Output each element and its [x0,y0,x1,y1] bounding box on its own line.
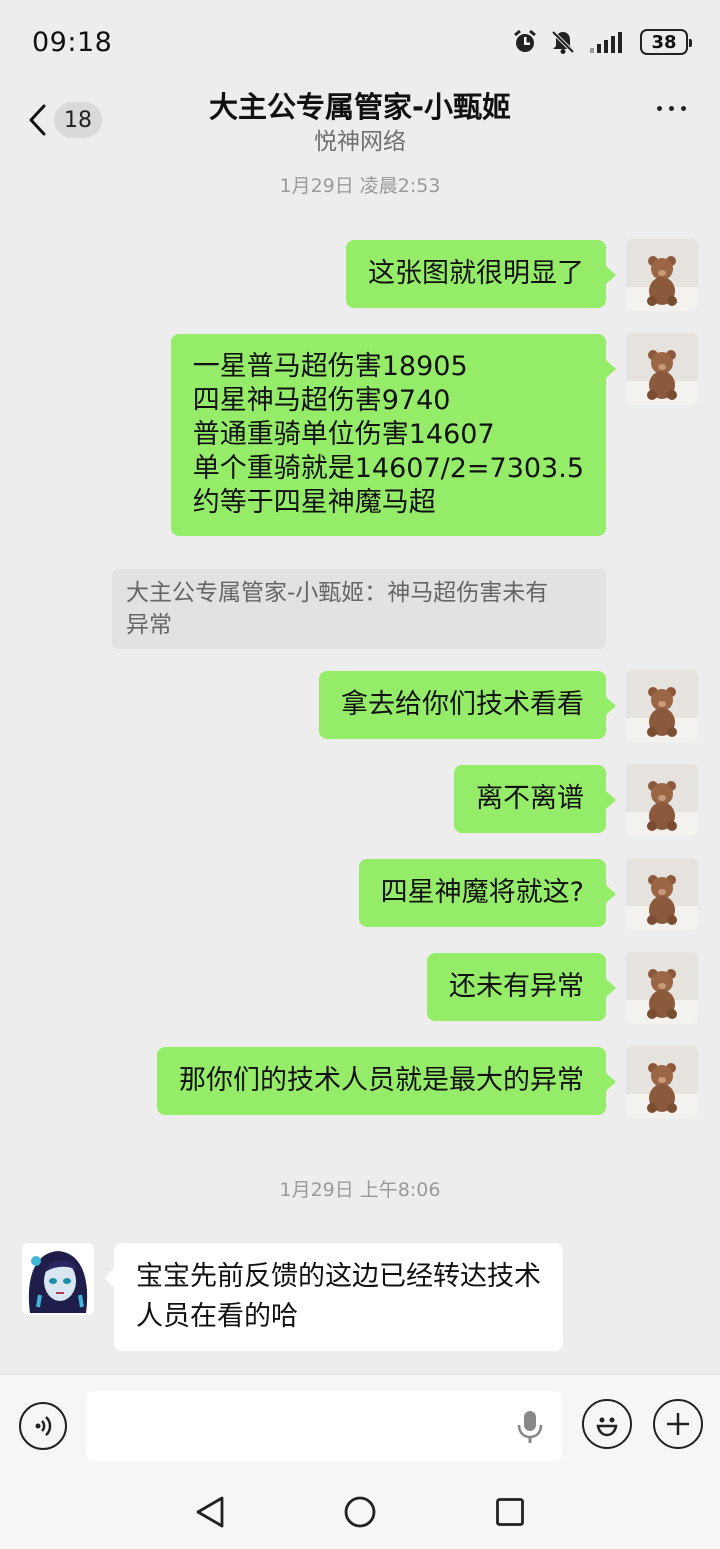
quote-text: 大主公专属管家-小甄姬：神马超伤害未有 [126,580,549,606]
message-bubble-sent[interactable]: 这张图就很明显了 [346,240,616,308]
system-nav-bar [0,1474,720,1549]
nav-home-button[interactable] [340,1492,380,1532]
message-bubble-sent[interactable]: 那你们的技术人员就是最大的异常 [157,1047,616,1115]
mute-icon [550,29,576,55]
teddy-bear-avatar-icon [626,858,698,930]
teddy-bear-avatar-icon [626,1046,698,1118]
message-text: 宝宝先前反馈的这边已经转达技术 [136,1261,541,1292]
quote-text: 异常 [126,612,172,638]
chat-input-bar [0,1374,720,1474]
status-icons: 38 [512,29,692,55]
signal-icon [588,29,628,55]
teddy-bear-avatar-icon [626,670,698,742]
avatar[interactable] [626,858,698,930]
avatar[interactable] [626,239,698,311]
back-triangle-icon [196,1496,224,1528]
message-text: 人员在看的哈 [136,1301,298,1332]
message-input[interactable] [86,1391,562,1461]
message-text: 拿去给你们技术看看 [341,689,584,720]
timestamp: 1月29日 凌晨2:53 [279,175,441,197]
teddy-bear-avatar-icon [626,764,698,836]
chat-header: 18 大主公专属管家-小甄姬 悦神网络 [0,84,720,164]
status-bar: 09:18 38 [0,0,720,84]
recents-square-icon [496,1498,524,1526]
message-text: 单个重骑就是14607/2=7303.5 [192,453,584,484]
message-bubble-sent[interactable]: 拿去给你们技术看看 [319,671,616,739]
timestamp: 1月29日 上午8:06 [279,1179,441,1201]
message-text: 约等于四星神魔马超 [192,487,436,518]
avatar[interactable] [626,670,698,742]
teddy-bear-avatar-icon [626,239,698,311]
quoted-message[interactable]: 大主公专属管家-小甄姬：神马超伤害未有 异常 [112,569,606,649]
battery-indicator: 38 [640,29,692,55]
message-text: 这张图就很明显了 [368,258,584,289]
teddy-bear-avatar-icon [626,952,698,1024]
voice-icon [35,1416,52,1436]
message-text: 那你们的技术人员就是最大的异常 [179,1065,584,1096]
more-actions-button[interactable] [653,1399,703,1449]
emoji-button[interactable] [582,1399,632,1449]
message-text: 四星神马超伤害9740 [192,385,451,416]
message-bubble-received[interactable]: 宝宝先前反馈的这边已经转达技术 人员在看的哈 [104,1243,563,1351]
anime-girl-avatar-icon [22,1243,94,1315]
message-text: 四星神魔将就这? [380,877,584,908]
message-text: 还未有异常 [449,971,584,1002]
avatar[interactable] [626,952,698,1024]
more-icon[interactable] [657,106,686,111]
message-text: 普通重骑单位伤害14607 [192,419,495,450]
message-bubble-sent[interactable]: 一星普马超伤害18905 四星神马超伤害9740 普通重骑单位伤害14607 单… [170,334,617,536]
voice-toggle-button[interactable] [19,1402,67,1450]
teddy-bear-avatar-icon [626,333,698,405]
message-bubble-sent[interactable]: 还未有异常 [427,953,616,1021]
avatar[interactable] [22,1243,94,1315]
message-text: 一星普马超伤害18905 [192,351,468,382]
mic-icon[interactable] [516,1409,544,1445]
plus-icon [667,1413,689,1435]
home-circle-icon [344,1496,376,1528]
avatar[interactable] [626,764,698,836]
message-bubble-sent[interactable]: 四星神魔将就这? [358,859,617,927]
message-bubble-sent[interactable]: 离不离谱 [454,765,616,833]
alarm-icon [512,29,538,55]
nav-recents-button[interactable] [490,1492,530,1532]
status-time: 09:18 [32,26,113,58]
nav-back-button[interactable] [190,1492,230,1532]
emoji-icon [596,1417,618,1437]
chat-title: 大主公专属管家-小甄姬 [208,90,512,124]
chat-subtitle: 悦神网络 [314,129,406,155]
avatar[interactable] [626,333,698,405]
avatar[interactable] [626,1046,698,1118]
message-text: 离不离谱 [476,783,584,814]
